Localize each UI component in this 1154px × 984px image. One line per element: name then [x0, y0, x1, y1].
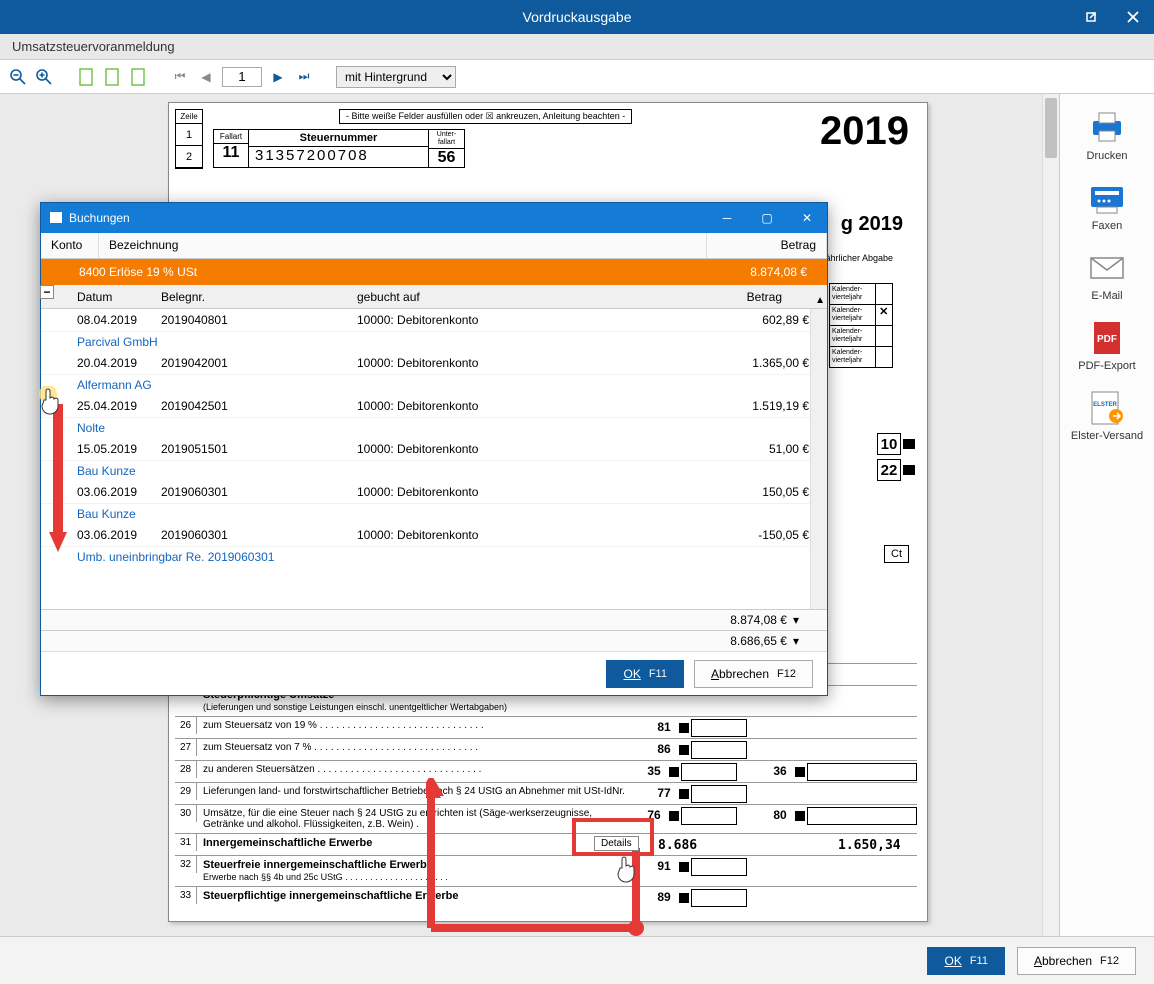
unterfall-label: Unter- fallart: [429, 130, 464, 149]
grid-header: Datum Belegnr. gebucht auf Betrag ▲: [41, 285, 827, 309]
fallart-label: Fallart: [214, 130, 248, 144]
svg-text:ELSTER: ELSTER: [1093, 402, 1117, 408]
form-line: 27zum Steuersatz von 7 % . . . . . . . .…: [175, 738, 917, 760]
quarter-checkboxes: Kalender- vierteljahr Kalender- viertelj…: [829, 283, 893, 367]
subtitle-text: Umsatzsteuervoranmeldung: [12, 39, 175, 54]
page-icon-3[interactable]: [128, 67, 148, 87]
elster-send-button[interactable]: ELSTER Elster-Versand: [1071, 390, 1143, 442]
next-page-icon[interactable]: ▶: [268, 67, 288, 87]
annotation-arrow-path: [426, 778, 646, 936]
stnr-value: 31357200708: [249, 147, 428, 164]
fallart-value: 11: [214, 144, 248, 162]
first-page-icon[interactable]: ⏮: [170, 67, 190, 87]
form-year: 2019: [820, 109, 909, 154]
popup-cancel-button[interactable]: Abbrechen F12: [694, 660, 813, 688]
unterfall-value: 56: [429, 149, 464, 167]
annotation-cursor-expand: [38, 386, 64, 416]
prev-page-icon[interactable]: ◀: [196, 67, 216, 87]
zeile-2: 2: [176, 146, 202, 168]
booking-row[interactable]: 03.06.2019201906030110000: Debitorenkont…: [41, 481, 827, 504]
booking-link[interactable]: Nolte: [41, 418, 827, 438]
popup-ok-button[interactable]: OK F11: [606, 660, 683, 688]
booking-link[interactable]: Parcival GmbH: [41, 332, 827, 352]
form-hint: - Bitte weiße Felder ausfüllen oder ☒ an…: [339, 109, 632, 124]
popup-title: Buchungen: [69, 211, 130, 225]
grid-body: 08.04.2019201904080110000: Debitorenkont…: [41, 309, 827, 609]
booking-row[interactable]: 20.04.2019201904200110000: Debitorenkont…: [41, 352, 827, 375]
email-button[interactable]: E-Mail: [1085, 250, 1129, 302]
email-icon: [1085, 250, 1129, 286]
popup-hdr-konto[interactable]: Konto: [41, 233, 99, 258]
popup-hdr-bez[interactable]: Bezeichnung: [99, 233, 707, 258]
page-icon[interactable]: [76, 67, 96, 87]
popup-maximize-icon[interactable]: ▢: [747, 203, 787, 233]
doc-abgabe: ährlicher Abgabe: [825, 253, 893, 263]
doc-subtitle: g 2019: [841, 213, 903, 236]
popout-icon[interactable]: [1070, 0, 1112, 34]
fax-icon: [1085, 180, 1129, 216]
background-select[interactable]: mit Hintergrund: [336, 66, 456, 88]
field-81-value: 8.686: [658, 838, 697, 853]
elster-icon: ELSTER: [1085, 390, 1129, 426]
zeile-1: 1: [176, 124, 202, 146]
booking-row[interactable]: 03.06.2019201906030110000: Debitorenkont…: [41, 524, 827, 547]
kz-right-boxes: 10 22: [877, 433, 915, 485]
stnr-label: Steuernummer: [249, 130, 428, 147]
booking-row[interactable]: 25.04.2019201904250110000: Debitorenkont…: [41, 395, 827, 418]
ok-button[interactable]: OK F11: [927, 947, 1004, 975]
popup-icon: [49, 211, 63, 225]
toolbar: ⏮ ◀ ▶ ⏭ mit Hintergrund: [0, 60, 1154, 94]
fax-button[interactable]: Faxen: [1085, 180, 1129, 232]
popup-header-row: Konto Bezeichnung Betrag: [41, 233, 827, 259]
window-title: Vordruckausgabe: [523, 9, 632, 25]
booking-link[interactable]: Alfermann AG: [41, 375, 827, 395]
popup-hdr-betrag[interactable]: Betrag: [707, 233, 827, 258]
page-icon-2[interactable]: [102, 67, 122, 87]
page-input[interactable]: [222, 67, 262, 87]
main-footer: OK F11 Abbrechen F12: [0, 936, 1154, 984]
details-button[interactable]: Details: [594, 836, 639, 851]
sum-row-1: 8.874,08 €▾: [41, 609, 827, 630]
sum-row-2: 8.686,65 €▾: [41, 630, 827, 651]
preview-scrollbar[interactable]: [1042, 94, 1059, 936]
popup-close-icon[interactable]: ✕: [787, 203, 827, 233]
cancel-button[interactable]: Abbrechen F12: [1017, 947, 1136, 975]
selected-account-row[interactable]: 8400 Erlöse 19 % USt 8.874,08 €: [41, 259, 827, 285]
zoom-out-icon[interactable]: [8, 67, 28, 87]
booking-row[interactable]: 08.04.2019201904080110000: Debitorenkont…: [41, 309, 827, 332]
close-icon[interactable]: [1112, 0, 1154, 34]
last-page-icon[interactable]: ⏭: [294, 67, 314, 87]
annotation-arrow-down: [49, 404, 67, 554]
zeile-header: Zeile: [176, 110, 202, 124]
pdf-export-button[interactable]: PDF PDF-Export: [1078, 320, 1135, 372]
zoom-in-icon[interactable]: [34, 67, 54, 87]
printer-icon: [1085, 110, 1129, 146]
grid-scrollbar[interactable]: [810, 309, 827, 609]
subtitle-bar: Umsatzsteuervoranmeldung: [0, 34, 1154, 60]
booking-link[interactable]: Bau Kunze: [41, 504, 827, 524]
booking-row[interactable]: 15.05.2019201905150110000: Debitorenkont…: [41, 438, 827, 461]
buchungen-popup: Buchungen ─ ▢ ✕ Konto Bezeichnung Betrag…: [40, 202, 828, 696]
action-sidebar: Drucken Faxen E-Mail PDF PDF-Export ELST…: [1060, 94, 1154, 936]
pdf-icon: PDF: [1085, 320, 1129, 356]
col-ct: Ct: [884, 545, 909, 563]
booking-link[interactable]: Umb. uneinbringbar Re. 2019060301: [41, 547, 827, 567]
svg-text:PDF: PDF: [1097, 334, 1117, 345]
annotation-cursor-details: [614, 854, 640, 884]
popup-minimize-icon[interactable]: ─: [707, 203, 747, 233]
booking-link[interactable]: Bau Kunze: [41, 461, 827, 481]
titlebar: Vordruckausgabe: [0, 0, 1154, 34]
form-line: 26zum Steuersatz von 19 % . . . . . . . …: [175, 716, 917, 738]
expand-toggle[interactable]: −: [40, 285, 54, 299]
print-button[interactable]: Drucken: [1085, 110, 1129, 162]
field-tax-value: 1.650,34: [838, 838, 901, 853]
